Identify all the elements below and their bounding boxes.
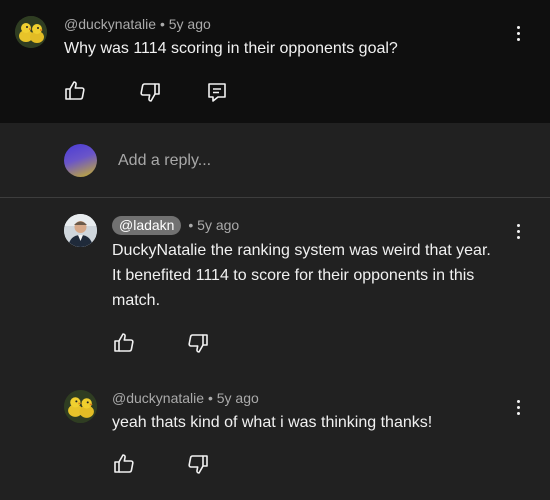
reply-author[interactable]: @duckynatalie <box>112 390 204 406</box>
reply-text-line: It benefited 1114 to score for their opp… <box>112 267 475 284</box>
dislike-icon[interactable] <box>138 80 162 104</box>
reply-time[interactable]: 5y ago <box>197 217 239 233</box>
duck-avatar-icon[interactable] <box>64 390 97 423</box>
like-icon[interactable] <box>63 79 87 103</box>
reply-text-line: DuckyNatalie the ranking system was weir… <box>112 242 491 259</box>
reply-input[interactable]: Add a reply... <box>118 152 211 170</box>
reply-text: yeah thats kind of what i was thinking t… <box>112 414 433 431</box>
reply-text: DuckyNatalie the ranking system was weir… <box>112 238 491 313</box>
reply-text-line: match. <box>112 292 161 309</box>
comment-time[interactable]: 5y ago <box>169 16 211 32</box>
user-avatar-icon <box>64 144 97 177</box>
comment-author[interactable]: @duckynatalie <box>64 16 156 32</box>
more-options-icon[interactable] <box>509 220 527 242</box>
dislike-icon[interactable] <box>186 452 210 476</box>
comment-meta: @duckynatalie • 5y ago <box>64 16 211 32</box>
reply-author-chip[interactable]: @ladakn <box>112 216 182 235</box>
reply-time[interactable]: 5y ago <box>217 390 259 406</box>
person-avatar-icon[interactable] <box>64 214 97 247</box>
dislike-icon[interactable] <box>186 331 210 355</box>
like-icon[interactable] <box>112 452 136 476</box>
more-options-icon[interactable] <box>509 396 527 418</box>
top-comment: @duckynatalie • 5y ago Why was 1114 scor… <box>0 0 550 123</box>
reply-icon[interactable] <box>205 80 229 104</box>
like-icon[interactable] <box>112 331 136 355</box>
meta-separator: • <box>188 217 194 233</box>
divider <box>0 197 550 198</box>
more-options-icon[interactable] <box>509 22 527 44</box>
reply-input-bar[interactable]: Add a reply... <box>0 123 550 198</box>
meta-separator: • <box>207 390 213 406</box>
reply-meta: @duckynatalie • 5y ago <box>112 390 259 406</box>
reply-meta: @ladakn • 5y ago <box>112 216 239 235</box>
duck-avatar-icon[interactable] <box>15 16 47 48</box>
comment-text: Why was 1114 scoring in their opponents … <box>64 40 398 57</box>
meta-separator: • <box>159 16 165 32</box>
